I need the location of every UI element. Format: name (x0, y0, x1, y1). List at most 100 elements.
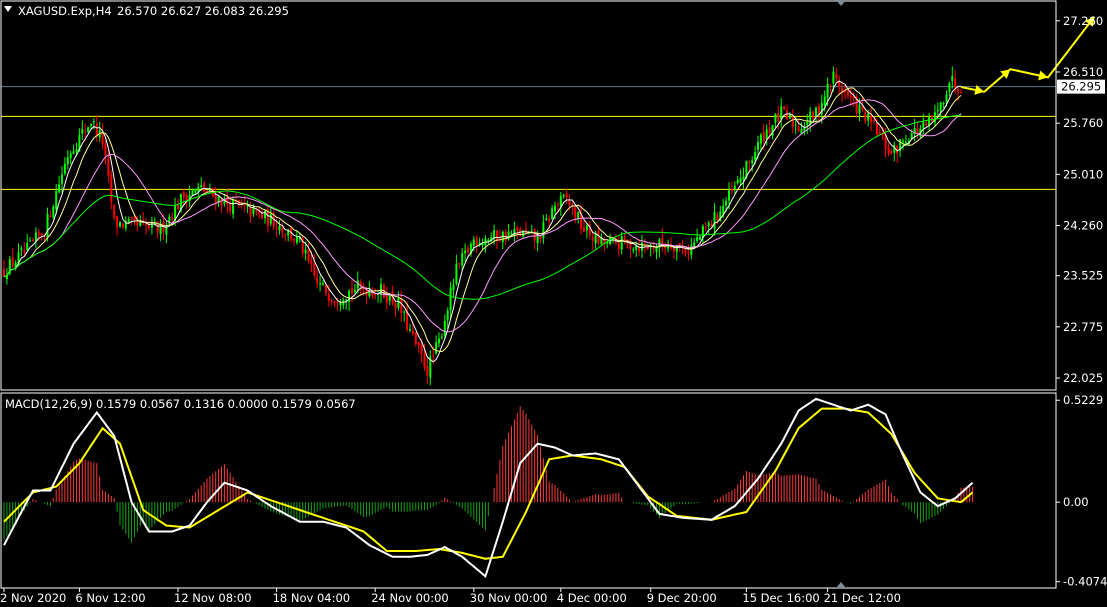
candle-body (464, 250, 467, 254)
candle-body (458, 262, 461, 265)
candle-body (748, 161, 751, 164)
candle-body (342, 300, 345, 306)
candle-body (443, 320, 446, 337)
candle-body (693, 242, 696, 247)
candle-body (313, 263, 316, 276)
candle-body (725, 200, 728, 206)
candle-body (870, 115, 873, 122)
candle-body (754, 152, 757, 160)
candle-body (107, 157, 110, 176)
candle-body (95, 123, 98, 136)
candle-body (127, 219, 130, 223)
candle-body (736, 179, 739, 184)
candle-body (620, 235, 623, 250)
time-axis-label: 12 Nov 08:00 (174, 591, 252, 605)
candle-body (945, 94, 948, 103)
candle-body (638, 247, 641, 252)
candle-body (574, 207, 577, 219)
candle-body (40, 233, 43, 236)
candle-body (449, 287, 452, 311)
candle-body (925, 122, 928, 125)
candle-body (197, 186, 200, 192)
candle-body (545, 218, 548, 220)
candle-body (467, 248, 469, 253)
candle-body (768, 127, 771, 134)
candle-body (46, 213, 49, 238)
candle-body (104, 143, 107, 156)
candle-body (159, 223, 162, 235)
candle-body (243, 204, 246, 206)
candle-body (116, 216, 119, 227)
candle-body (214, 194, 217, 204)
candle-body (81, 128, 84, 134)
candle-body (655, 247, 658, 253)
candle-body (820, 103, 823, 115)
candle-body (278, 225, 281, 231)
candle-body (322, 283, 324, 285)
candle-body (687, 252, 690, 255)
candle-body (617, 243, 620, 249)
time-axis-label: 9 Dec 20:00 (647, 591, 717, 605)
candle-body (716, 214, 719, 220)
candle-body (542, 222, 545, 239)
macd-axis-label: 0.00 (1063, 495, 1089, 509)
candle-body (788, 114, 791, 119)
candle-body (539, 236, 542, 240)
candle-body (765, 129, 768, 139)
candle-body (66, 157, 69, 165)
candle-body (728, 190, 730, 201)
candle-body (812, 111, 815, 119)
candle-body (678, 243, 681, 245)
candle-body (791, 117, 794, 127)
candle-body (304, 249, 307, 254)
current-price-value: 26.295 (1061, 80, 1101, 94)
symbol-label: XAGUSD.Exp,H4 (18, 4, 112, 18)
candle-body (704, 227, 707, 229)
candle-body (954, 78, 957, 87)
candle-body (452, 284, 455, 291)
candle-body (510, 233, 513, 235)
candle-body (536, 236, 539, 244)
candle-body (293, 238, 295, 241)
candle-body (936, 110, 939, 112)
candle-body (3, 268, 5, 277)
candle-body (496, 230, 498, 242)
candle-body (696, 237, 699, 242)
candle-body (948, 83, 951, 92)
candle-body (699, 236, 701, 240)
candle-body (846, 90, 849, 96)
candle-body (414, 332, 417, 345)
candle-body (310, 260, 313, 265)
candle-body (533, 229, 536, 241)
candle-body (556, 204, 559, 206)
candle-body (139, 222, 142, 227)
candle-body (307, 249, 310, 261)
candle-body (904, 141, 907, 144)
price-axis-label: 23.525 (1063, 269, 1103, 283)
candle-body (446, 310, 449, 321)
candle-body (249, 206, 252, 217)
candle-body (438, 338, 440, 344)
ohlc-values: 26.570 26.627 26.083 26.295 (117, 4, 289, 18)
candle-body (780, 106, 783, 119)
candle-body (832, 71, 835, 84)
price-axis-label: 27.260 (1063, 14, 1103, 28)
time-axis-label: 21 Dec 12:00 (824, 591, 901, 605)
candle-body (878, 132, 881, 134)
candle-body (939, 102, 942, 111)
candle-body (113, 205, 116, 218)
candle-body (742, 176, 745, 180)
candle-body (902, 140, 904, 142)
candle-body (417, 341, 420, 346)
trading-chart[interactable]: 27.260 26.510 25.760 25.010 24.260 23.525 22.7… (0, 0, 1107, 607)
candle-body (701, 226, 704, 238)
candle-body (794, 124, 797, 126)
candle-body (707, 222, 710, 227)
candle-body (90, 123, 92, 126)
candle-body (110, 174, 113, 203)
candle-body (730, 188, 733, 192)
candle-body (409, 329, 411, 331)
candle-body (461, 253, 464, 266)
price-axis-label: 25.760 (1063, 116, 1103, 130)
candle-body (23, 250, 26, 253)
